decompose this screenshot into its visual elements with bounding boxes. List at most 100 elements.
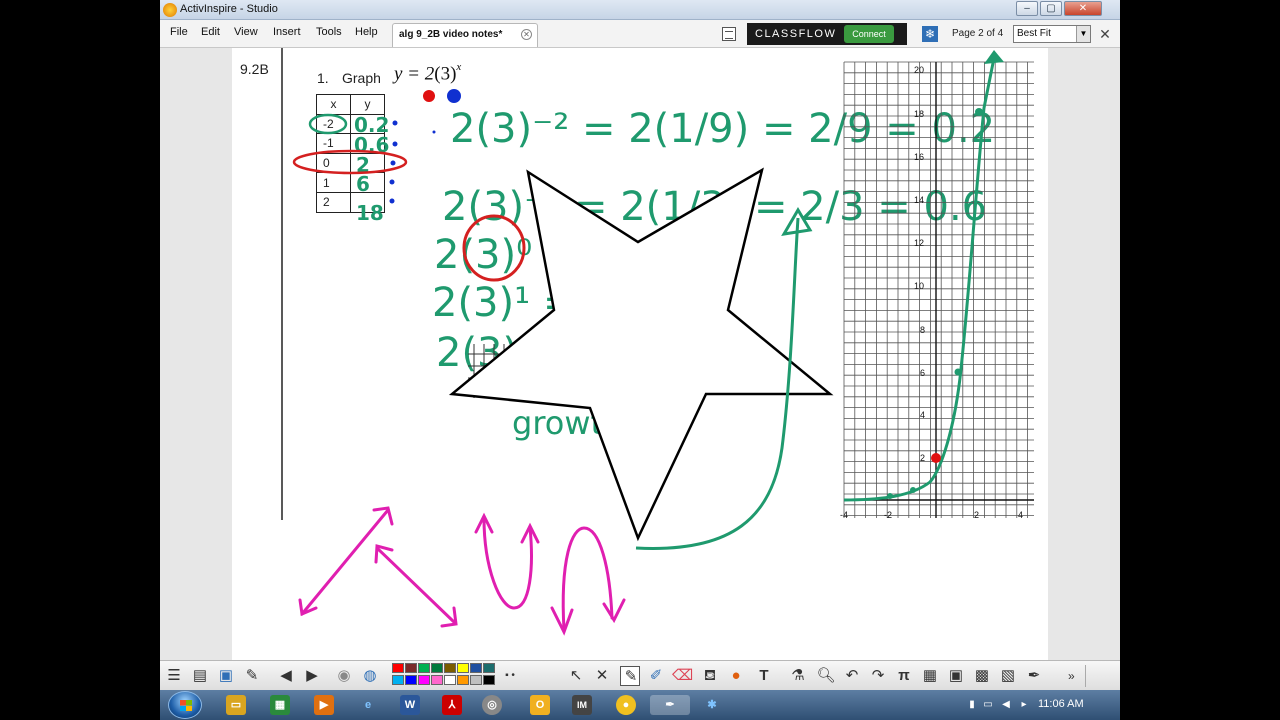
tab-document-label: alg 9_2B video notes* [399, 29, 503, 40]
select-icon[interactable]: ↖ [566, 666, 586, 686]
notes-icon[interactable] [722, 27, 736, 41]
color-swatch[interactable] [431, 675, 443, 685]
close-button[interactable]: ✕ [1064, 1, 1102, 16]
ink-circle-green [308, 113, 348, 135]
color-swatch[interactable] [483, 675, 495, 685]
ink-dot-red [423, 90, 435, 102]
word-icon[interactable]: W [400, 695, 420, 715]
settings-icon[interactable]: ✎ [242, 666, 262, 686]
fill-icon[interactable]: ⛾ [700, 666, 720, 686]
color-swatch[interactable] [444, 675, 456, 685]
activinspire-icon [163, 3, 177, 17]
clear-icon[interactable]: ⚗ [788, 666, 808, 686]
snowflake-icon[interactable]: ❄ [922, 26, 938, 42]
highlighter-icon[interactable]: ✐ [646, 666, 666, 686]
color-swatch[interactable] [470, 675, 482, 685]
outlook-icon[interactable]: O [530, 695, 550, 715]
flipchart-icon[interactable]: ▤ [190, 666, 210, 686]
text-icon[interactable]: T [754, 666, 774, 686]
color-swatch[interactable] [405, 663, 417, 673]
monitor-icon[interactable]: ▭ [982, 699, 994, 711]
y-column-ink: 0.2 0.6 2 6 18 [354, 113, 389, 225]
globe-icon[interactable]: ◍ [360, 666, 380, 686]
color-swatch[interactable] [392, 675, 404, 685]
menu-insert[interactable]: Insert [273, 26, 301, 38]
activinspire-taskbar-icon[interactable]: ● [616, 695, 636, 715]
chart-icon[interactable]: ▣ [216, 666, 236, 686]
browser-icon[interactable]: ☰ [164, 666, 184, 686]
tab-close-icon[interactable]: ✕ [521, 29, 532, 40]
eraser-icon[interactable]: ⌫ [672, 666, 693, 686]
internet-explorer-icon[interactable]: e [358, 695, 378, 715]
color-swatch[interactable] [405, 675, 417, 685]
volume-icon[interactable]: ◀ [1000, 699, 1012, 711]
classflow-logo: CLASSFLOW [755, 28, 837, 40]
pi-icon[interactable]: π [894, 666, 914, 686]
im-icon[interactable]: IM [572, 695, 592, 715]
prev-page-icon[interactable]: ◀ [276, 666, 296, 686]
undo-icon[interactable]: ↶ [842, 666, 862, 686]
pen-width-icon[interactable]: ▪ • [500, 666, 520, 686]
window-title: ActivInspire - Studio [180, 3, 278, 15]
pen-icon[interactable]: ✎ [620, 666, 640, 686]
work-line-1: 2(3)⁻² = 2(1/9) = 2/9 = 0.2 [450, 106, 995, 152]
zoom-icon[interactable]: 🔍︎ [816, 666, 836, 686]
fullscreen-icon[interactable]: ✕ [1096, 26, 1114, 42]
ink-layer[interactable]: 0.2 0.6 2 6 18 2(3)⁻² = 2(1/9) = 2/9 = 0… [232, 48, 1048, 660]
ink-magenta-arrows [298, 506, 626, 636]
grid-icon[interactable]: ▦ [920, 666, 940, 686]
flipchart-page[interactable]: 9.2B 1. Graph y = 2(3)x x y -2 -1 0 1 2 [232, 48, 1048, 660]
canvas-margin-right [1048, 48, 1120, 660]
shape-icon[interactable]: ● [726, 666, 746, 686]
toolbar-grip[interactable] [1085, 665, 1103, 687]
color-swatch[interactable] [431, 663, 443, 673]
pdf-icon[interactable]: ⅄ [442, 695, 462, 715]
play-icon[interactable]: ◉ [334, 666, 354, 686]
color-swatch[interactable] [418, 663, 430, 673]
color-swatch[interactable] [483, 663, 495, 673]
color-swatch[interactable] [457, 663, 469, 673]
chevron-down-icon[interactable]: ▼ [1076, 26, 1090, 42]
minimize-button[interactable]: – [1016, 1, 1038, 16]
clock: 11:06 AM [1038, 698, 1084, 710]
next-page-icon[interactable]: ▶ [302, 666, 322, 686]
menu-tools[interactable]: Tools [316, 26, 342, 38]
ink-y-value: 18 [356, 201, 384, 225]
ink-dots-blue [389, 120, 436, 204]
tab-document[interactable]: alg 9_2B video notes* ✕ [392, 23, 538, 47]
explorer-icon[interactable]: ▭ [226, 695, 246, 715]
maximize-button[interactable]: ▢ [1040, 1, 1062, 16]
ink-y-value: 6 [356, 172, 370, 196]
tools-icon[interactable]: ✕ [592, 666, 612, 686]
page-indicator: Page 2 of 4 [952, 28, 1004, 39]
color-swatch[interactable] [418, 675, 430, 685]
redo-icon[interactable]: ↷ [868, 666, 888, 686]
menu-file[interactable]: File [170, 26, 188, 38]
video-icon[interactable]: ▧ [998, 666, 1018, 686]
chrome-icon[interactable]: ◎ [482, 695, 502, 715]
spreadsheet-icon[interactable]: ▦ [270, 695, 290, 715]
color-swatch[interactable] [392, 663, 404, 673]
color-swatch[interactable] [470, 663, 482, 673]
connect-button[interactable]: Connect [844, 25, 894, 43]
start-button[interactable] [168, 691, 202, 719]
camera-icon[interactable]: ▣ [946, 666, 966, 686]
taskbar: ▭ ▦ ▶ e W ⅄ ◎ O IM ● ✒ ✱ ▮ ▭ ◀ ▸ 11:06 A… [160, 690, 1120, 720]
media-player-icon[interactable]: ▶ [314, 695, 334, 715]
color-swatch[interactable] [457, 675, 469, 685]
flag-icon[interactable]: ▸ [1018, 699, 1030, 711]
flipchart-canvas[interactable]: 9.2B 1. Graph y = 2(3)x x y -2 -1 0 1 2 [160, 48, 1120, 660]
camera-2-icon[interactable]: ▩ [972, 666, 992, 686]
dropper-icon[interactable]: ✒ [1024, 666, 1044, 686]
main-toolbar: ☰ ▤ ▣ ✎ ◀ ▶ ◉ ◍ ▪ • ↖ ✕ ✎ ✐ ⌫ ⛾ ● T ⚗ 🔍︎… [160, 660, 1120, 690]
menu-view[interactable]: View [234, 26, 258, 38]
color-swatch[interactable] [444, 663, 456, 673]
menu-edit[interactable]: Edit [201, 26, 220, 38]
network-icon[interactable]: ▮ [966, 699, 978, 711]
studio-taskbar-button[interactable]: ✒ [650, 695, 690, 715]
bluetooth-icon[interactable]: ✱ [702, 695, 722, 715]
toolbar-expand-icon[interactable]: » [1068, 669, 1075, 683]
zoom-select[interactable]: Best Fit ▼ [1013, 25, 1091, 43]
app-window: ActivInspire - Studio – ▢ ✕ File Edit Vi… [160, 0, 1120, 720]
menu-help[interactable]: Help [355, 26, 378, 38]
